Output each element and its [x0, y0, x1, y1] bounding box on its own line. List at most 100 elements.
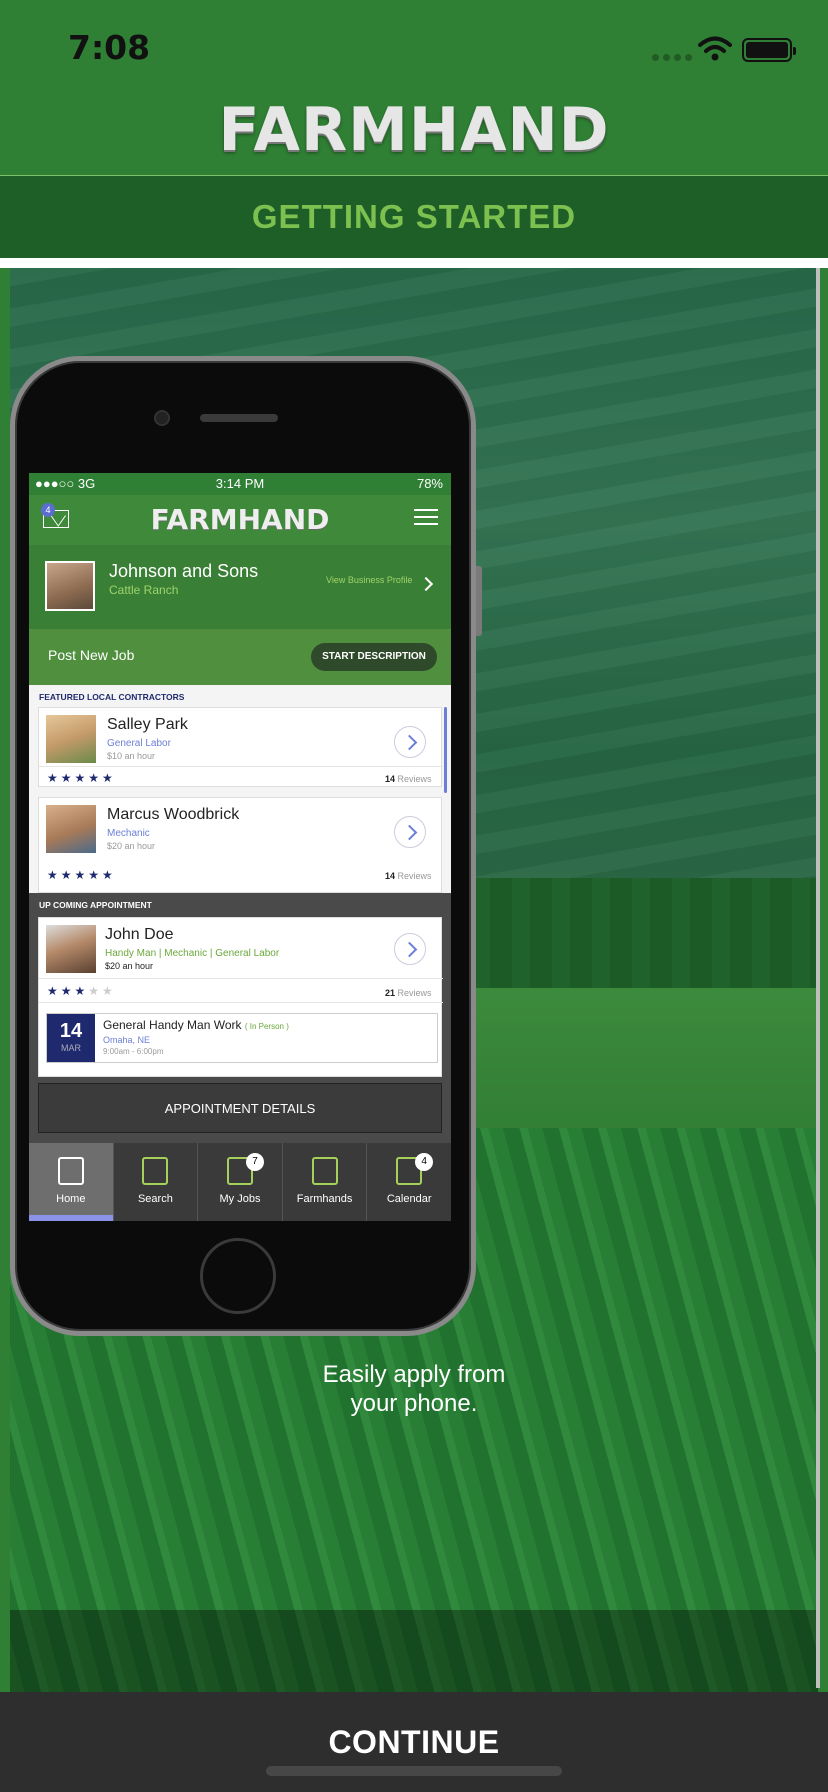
reviews-number: 14: [385, 871, 396, 881]
appointment-date-badge: 14 MAR: [47, 1014, 95, 1062]
reviews-count: 14 Reviews: [385, 871, 432, 881]
reviews-label: Reviews: [397, 774, 432, 784]
signal-icon: [652, 54, 692, 61]
tab-farmhands: Farmhands: [283, 1143, 368, 1221]
job-title: General Handy Man Work: [103, 1018, 242, 1032]
contractor-role: General Labor: [107, 738, 171, 749]
business-avatar: [45, 561, 95, 611]
tab-my-jobs: 7 My Jobs: [198, 1143, 283, 1221]
hamburger-menu-icon: [414, 509, 438, 530]
contractor-avatar: [46, 925, 96, 973]
wifi-icon: [698, 36, 732, 61]
home-indicator[interactable]: [266, 1766, 562, 1776]
mockup-battery: 78%: [416, 476, 443, 491]
contractor-avatar: [46, 805, 96, 853]
reviews-number: 21: [385, 988, 396, 998]
tab-badge: 4: [415, 1153, 434, 1171]
stars-empty: ★★: [88, 984, 116, 998]
rating-stars: ★★★★★: [47, 984, 116, 998]
contractor-roles: Handy Man | Mechanic | General Labor: [105, 948, 280, 959]
business-name: Johnson and Sons: [109, 561, 259, 581]
search-icon: [142, 1157, 169, 1185]
content-top-border: [0, 258, 828, 268]
mockup-screen: ●●●○○ 3G 3:14 PM 78% 4 FARMHAND Johnson …: [29, 473, 451, 1221]
tab-label: Home: [56, 1193, 86, 1205]
tab-home: Home: [29, 1143, 114, 1221]
slide-caption: Easily apply from your phone.: [0, 1360, 828, 1418]
subheader: GETTING STARTED: [0, 176, 828, 258]
contractor-name: John Doe: [105, 926, 174, 943]
featured-contractors-section: FEATURED LOCAL CONTRACTORS Salley Park G…: [29, 685, 451, 893]
slide-scrollbar[interactable]: [816, 268, 820, 1688]
farmhand-logo: FARMHAND: [218, 95, 610, 165]
phone-side-button: [476, 566, 482, 636]
tab-search: Search: [114, 1143, 199, 1221]
contractor-rate: $10 an hour: [107, 751, 156, 761]
upcoming-heading: UP COMING APPOINTMENT: [39, 900, 152, 910]
job-location: Omaha, NE: [103, 1035, 151, 1045]
page-title: GETTING STARTED: [251, 198, 577, 235]
active-tab-indicator: [29, 1215, 113, 1221]
mockup-navbar: 4 FARMHAND: [29, 495, 451, 545]
contractor-rate: $20 an hour: [105, 961, 154, 971]
date-month: MAR: [61, 1043, 81, 1053]
post-new-job-label: Post New Job: [48, 647, 135, 663]
contractor-chevron-button: [394, 816, 426, 848]
continue-button[interactable]: CONTINUE: [0, 1724, 828, 1761]
view-business-profile-link: View Business Profile: [326, 575, 413, 585]
tab-label: My Jobs: [219, 1193, 261, 1205]
caption-background: [10, 1610, 818, 1692]
business-type: Cattle Ranch: [109, 583, 179, 597]
app-header: FARMHAND: [0, 95, 828, 175]
start-description-button: START DESCRIPTION: [311, 643, 437, 671]
mockup-scroll-indicator: [444, 707, 447, 793]
home-icon: [57, 1157, 84, 1185]
contractor-name: Marcus Woodbrick: [107, 806, 240, 823]
mockup-status-bar: ●●●○○ 3G 3:14 PM 78%: [29, 473, 451, 495]
job-title-line: General Handy Man Work ( In Person ): [103, 1018, 289, 1032]
reviews-label: Reviews: [397, 988, 432, 998]
rating-stars: ★★★★★: [47, 771, 116, 785]
tab-label: Farmhands: [296, 1193, 353, 1205]
phone-home-button: [200, 1238, 276, 1314]
tab-label: Search: [137, 1193, 173, 1205]
mockup-time: 3:14 PM: [215, 476, 265, 491]
reviews-count: 14 Reviews: [385, 774, 432, 784]
contractor-chevron-button: [394, 726, 426, 758]
tab-badge: 7: [245, 1153, 264, 1171]
card-divider: [39, 978, 443, 979]
stars-filled: ★★★: [47, 984, 89, 998]
contractor-role: Mechanic: [107, 828, 150, 839]
reviews-label: Reviews: [397, 871, 432, 881]
job-hours: 9:00am - 6:00pm: [103, 1047, 164, 1056]
battery-icon: [742, 38, 796, 62]
status-bar: 7:08: [0, 0, 828, 95]
date-day: 14: [59, 1020, 83, 1042]
featured-heading: FEATURED LOCAL CONTRACTORS: [39, 692, 185, 702]
card-divider: [39, 1002, 443, 1003]
tab-label: Calendar: [386, 1193, 432, 1205]
caption-line-1: Easily apply from: [322, 1361, 506, 1388]
reviews-count: 21 Reviews: [385, 988, 432, 998]
job-mode: ( In Person ): [244, 1022, 289, 1031]
status-time: 7:08: [68, 28, 151, 67]
contractor-name: Salley Park: [107, 716, 188, 733]
mockup-logo: FARMHAND: [150, 503, 330, 536]
rating-stars: ★★★★★: [47, 868, 116, 882]
mockup-tab-bar: Home Search 7 My Jobs Farmhands 4 Calend…: [29, 1143, 451, 1221]
phone-speaker: [200, 414, 278, 422]
appointment-card: John Doe Handy Man | Mechanic | General …: [38, 917, 443, 1077]
contractor-avatar: [46, 715, 96, 763]
appointment-chevron-button: [394, 933, 426, 965]
card-divider: [39, 766, 443, 767]
appointment-details-button: APPOINTMENT DETAILS: [38, 1083, 442, 1133]
tab-calendar: 4 Calendar: [367, 1143, 451, 1221]
contractor-rate: $20 an hour: [107, 841, 156, 851]
getting-started-screen: 7:08 FARMHAND GETTING STARTED ●●●○○ 3G 3…: [0, 0, 828, 1792]
glove-icon: [311, 1157, 338, 1185]
phone-camera: [154, 410, 170, 426]
reviews-number: 14: [385, 774, 396, 784]
contractor-card: Marcus Woodbrick Mechanic $20 an hour ★★…: [38, 797, 442, 893]
contractor-card: Salley Park General Labor $10 an hour ★★…: [38, 707, 443, 787]
caption-line-2: your phone.: [350, 1390, 478, 1417]
